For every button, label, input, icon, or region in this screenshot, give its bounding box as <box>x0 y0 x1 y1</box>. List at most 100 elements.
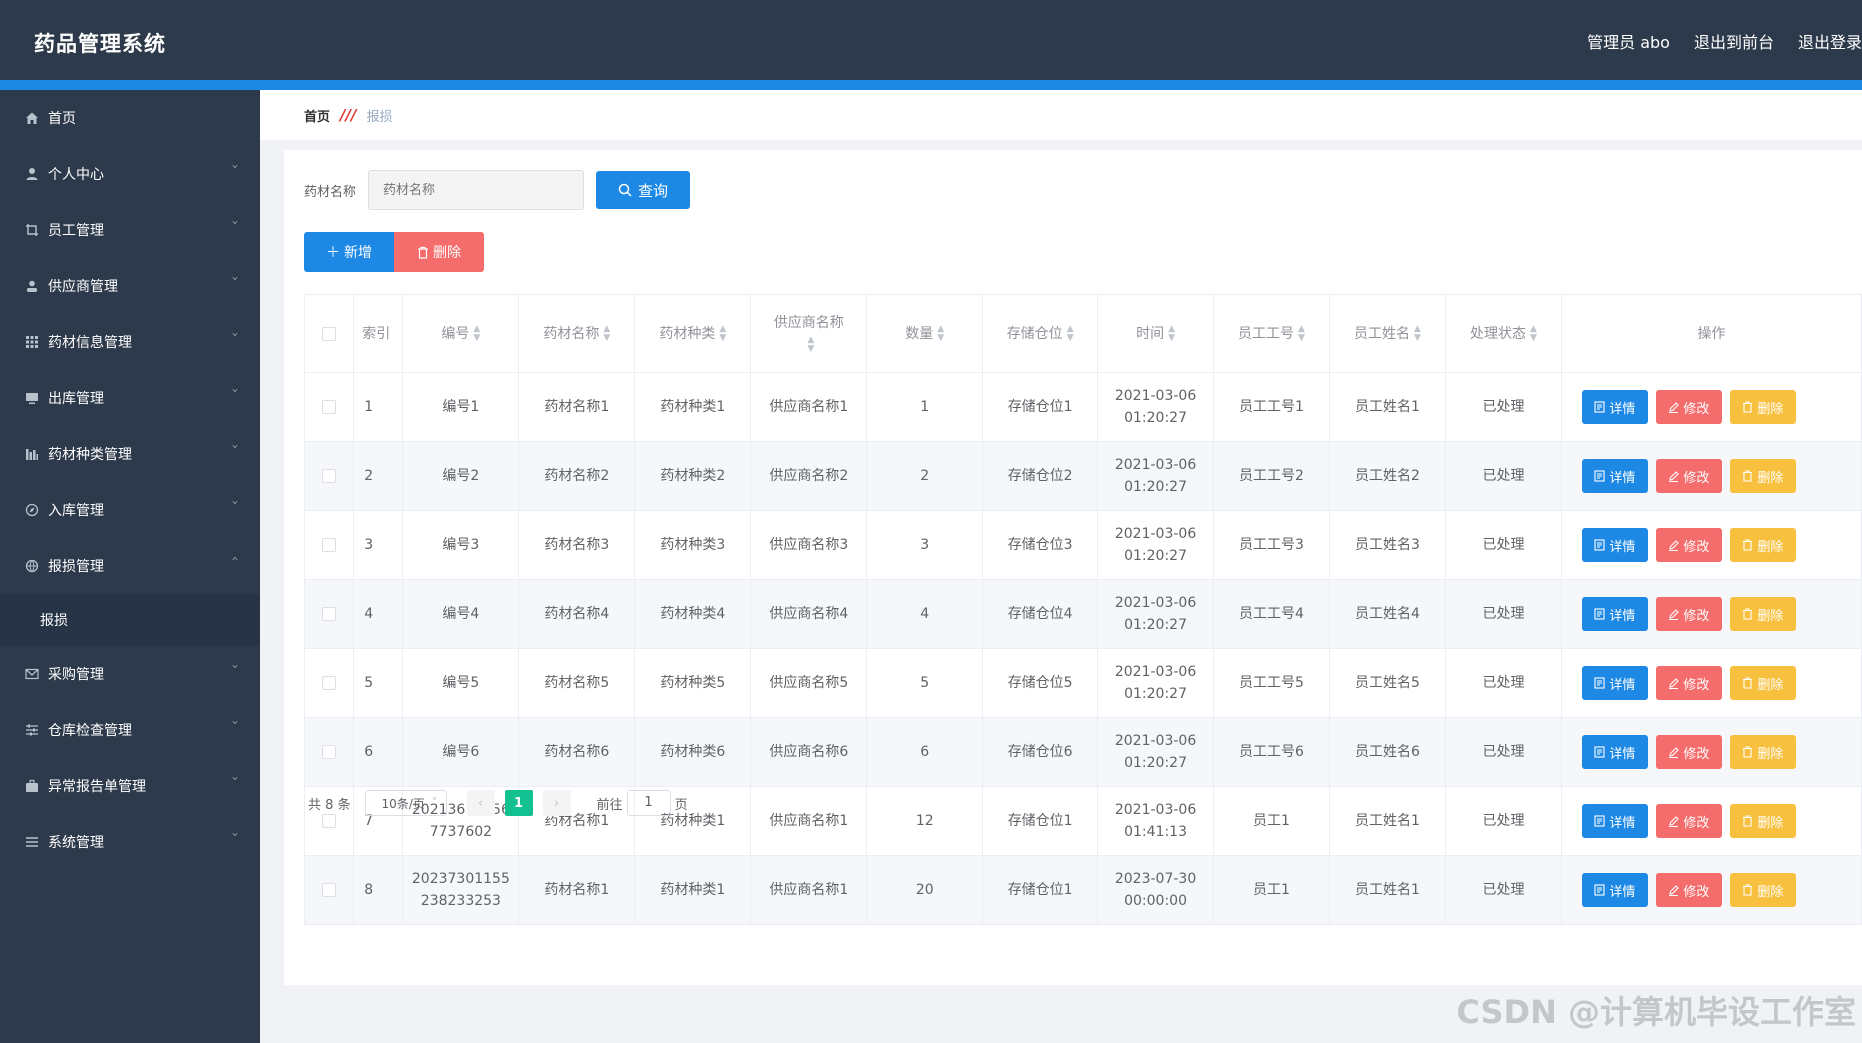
sidebar-item-system[interactable]: 系统管理 ˅ <box>0 814 260 870</box>
cell-emp-name: 员工姓名6 <box>1329 717 1446 787</box>
prev-page-button[interactable]: ‹ <box>466 790 495 816</box>
sort-icon[interactable]: ▲ ▼ <box>1298 324 1305 343</box>
row-checkbox[interactable] <box>322 676 337 690</box>
edit-button[interactable]: 修改 <box>1655 528 1722 562</box>
detail-button[interactable]: 详情 <box>1581 735 1648 769</box>
header-supplier[interactable]: 供应商名称 ▲ ▼ <box>750 294 868 373</box>
delete-button[interactable]: 删除 <box>1729 390 1796 424</box>
sort-icon[interactable]: ▲ ▼ <box>807 335 814 354</box>
row-checkbox[interactable] <box>322 538 337 552</box>
delete-button[interactable]: 删除 <box>1729 459 1796 493</box>
edit-button[interactable]: 修改 <box>1655 666 1722 700</box>
pagination-total: 共 8 条 <box>308 797 351 813</box>
cell-emp-no: 员工工号5 <box>1213 648 1330 718</box>
sidebar-item-home[interactable]: 首页 <box>0 90 260 146</box>
table-row: 4 编号4 药材名称4 药材种类4 供应商名称4 4 存储仓位4 2021-03… <box>303 579 1862 649</box>
edit-button[interactable]: 修改 <box>1655 873 1722 907</box>
sidebar-item-herb-info[interactable]: 药材信息管理 ˅ <box>0 314 260 370</box>
header-label: 员工工号 <box>1238 325 1295 342</box>
header-location[interactable]: 存储仓位 ▲ ▼ <box>982 294 1099 373</box>
sort-icon[interactable]: ▲ ▼ <box>603 324 610 343</box>
sort-icon[interactable]: ▲ ▼ <box>473 324 480 343</box>
sidebar-item-exception-report[interactable]: 异常报告单管理 ˅ <box>0 758 260 814</box>
delete-button[interactable]: 删除 <box>1729 528 1796 562</box>
header-emp-no[interactable]: 员工工号 ▲ ▼ <box>1213 294 1330 373</box>
sidebar-subitem-damage[interactable]: 报损 <box>0 594 260 646</box>
header-emp-name[interactable]: 员工姓名 ▲ ▼ <box>1329 294 1446 373</box>
bulk-delete-button[interactable]: 删除 <box>394 232 484 272</box>
select-all-checkbox[interactable] <box>322 326 337 341</box>
breadcrumb-home[interactable]: 首页 <box>304 106 330 125</box>
delete-button[interactable]: 删除 <box>1729 666 1796 700</box>
goto-page-input[interactable]: 1 <box>626 790 671 816</box>
row-checkbox[interactable] <box>322 814 337 828</box>
add-button-label: 新增 <box>344 244 372 260</box>
sort-icon[interactable]: ▲ ▼ <box>1168 324 1175 343</box>
back-to-front-link[interactable]: 退出到前台 <box>1694 29 1774 53</box>
row-checkbox[interactable] <box>322 469 337 483</box>
header-time[interactable]: 时间 ▲ ▼ <box>1097 294 1215 373</box>
sidebar-item-employees[interactable]: 员工管理 ˅ <box>0 202 260 258</box>
delete-button[interactable]: 删除 <box>1729 873 1796 907</box>
logout-link[interactable]: 退出登录 <box>1798 29 1862 53</box>
detail-button[interactable]: 详情 <box>1581 459 1648 493</box>
cell-status: 已处理 <box>1444 579 1562 649</box>
row-checkbox[interactable] <box>322 745 337 759</box>
row-checkbox[interactable] <box>322 400 337 414</box>
sidebar-item-personal[interactable]: 个人中心 ˅ <box>0 146 260 202</box>
search-label: 药材名称 <box>304 184 357 200</box>
sidebar-item-purchase[interactable]: 采购管理 ˅ <box>0 646 260 702</box>
detail-button[interactable]: 详情 <box>1581 873 1648 907</box>
breadcrumb-separator: /// <box>340 106 357 124</box>
delete-button[interactable]: 删除 <box>1729 804 1796 838</box>
sort-icon[interactable]: ▲ ▼ <box>1414 324 1421 343</box>
sidebar-item-label: 出库管理 <box>48 391 104 407</box>
query-button[interactable]: 查询 <box>596 171 691 209</box>
page-size-select[interactable]: 10条/页 ˅ <box>364 790 447 816</box>
cell-status: 已处理 <box>1444 648 1562 718</box>
sort-icon[interactable]: ▲ ▼ <box>719 324 726 343</box>
sidebar-item-suppliers[interactable]: 供应商管理 ˅ <box>0 258 260 314</box>
detail-button[interactable]: 详情 <box>1581 528 1648 562</box>
pagination: 共 8 条 10条/页 ˅ ‹ 1 › 前往 1 页 <box>308 790 688 816</box>
detail-button[interactable]: 详情 <box>1581 597 1648 631</box>
header-category[interactable]: 药材种类 ▲ ▼ <box>634 294 752 373</box>
row-checkbox[interactable] <box>322 607 337 621</box>
detail-button[interactable]: 详情 <box>1581 666 1648 700</box>
page-number-current[interactable]: 1 <box>504 790 533 816</box>
sidebar-item-herb-category[interactable]: 药材种类管理 ˅ <box>0 426 260 482</box>
delete-button[interactable]: 删除 <box>1729 597 1796 631</box>
detail-button[interactable]: 详情 <box>1581 804 1648 838</box>
edit-button[interactable]: 修改 <box>1655 459 1722 493</box>
header-label: 员工姓名 <box>1354 325 1411 342</box>
sidebar-item-outbound[interactable]: 出库管理 ˅ <box>0 370 260 426</box>
edit-button[interactable]: 修改 <box>1655 390 1722 424</box>
header-name[interactable]: 药材名称 ▲ ▼ <box>518 294 636 373</box>
row-checkbox[interactable] <box>322 883 337 897</box>
cell-supplier: 供应商名称1 <box>750 855 868 925</box>
next-page-button[interactable]: › <box>542 790 571 816</box>
header-code[interactable]: 编号 ▲ ▼ <box>402 294 520 373</box>
header-qty[interactable]: 数量 ▲ ▼ <box>866 294 984 373</box>
edit-button[interactable]: 修改 <box>1655 735 1722 769</box>
sort-icon[interactable]: ▲ ▼ <box>1530 324 1537 343</box>
detail-button[interactable]: 详情 <box>1581 390 1648 424</box>
add-button[interactable]: ＋ 新增 <box>304 232 394 272</box>
header-status[interactable]: 处理状态 ▲ ▼ <box>1444 294 1562 373</box>
delete-button[interactable]: 删除 <box>1729 735 1796 769</box>
sort-icon[interactable]: ▲ ▼ <box>1067 324 1074 343</box>
delete-label: 删除 <box>1757 883 1784 899</box>
sidebar-item-inbound[interactable]: 入库管理 ˅ <box>0 482 260 538</box>
cell-status: 已处理 <box>1444 855 1562 925</box>
sidebar-item-warehouse-check[interactable]: 仓库检查管理 ˅ <box>0 702 260 758</box>
trash-icon <box>1743 884 1753 896</box>
edit-button[interactable]: 修改 <box>1655 597 1722 631</box>
search-input[interactable] <box>368 170 585 210</box>
cell-category: 药材种类3 <box>634 510 752 580</box>
table-row: 1 编号1 药材名称1 药材种类1 供应商名称1 1 存储仓位1 2021-03… <box>303 372 1862 442</box>
goto-page: 前往 1 页 <box>597 790 688 816</box>
edit-button[interactable]: 修改 <box>1655 804 1722 838</box>
sidebar-item-damage[interactable]: 报损管理 ˄ <box>0 538 260 594</box>
sort-icon[interactable]: ▲ ▼ <box>937 324 944 343</box>
sidebar-item-label: 异常报告单管理 <box>48 779 146 795</box>
